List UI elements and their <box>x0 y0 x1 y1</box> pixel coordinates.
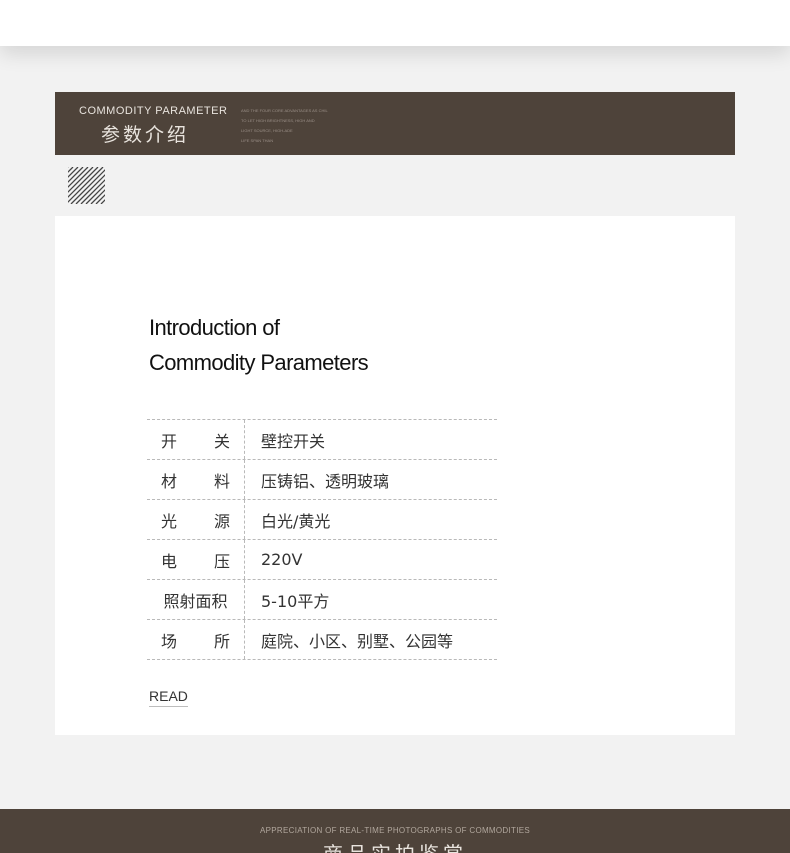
spec-row-venue: 场 所 庭院、小区、别墅、公园等 <box>147 620 497 660</box>
parameter-banner: COMMODITY PARAMETER 参数介绍 AND THE FOUR CO… <box>55 92 735 155</box>
read-link[interactable]: READ <box>149 688 188 707</box>
banner-fine-print: AND THE FOUR CORE ADVANTAGES AS CHIL TO … <box>241 106 328 146</box>
spec-label: 材 料 <box>147 460 245 499</box>
banner-fine-line: LIFE SPAN THAN <box>241 138 274 143</box>
banner-fine-line: AND THE FOUR CORE ADVANTAGES AS CHIL <box>241 108 328 113</box>
banner-title-zh: 参数介绍 <box>101 124 190 146</box>
footer-title-en: APPRECIATION OF REAL-TIME PHOTOGRAPHS OF… <box>260 826 530 835</box>
spec-row-voltage: 电 压 220V <box>147 540 497 580</box>
spec-label: 开 关 <box>147 420 245 459</box>
spec-row-material: 材 料 压铸铝、透明玻璃 <box>147 460 497 500</box>
banner-fine-line: TO LET HIGH BRIGHTNESS, HIGH AND <box>241 118 315 123</box>
spec-label: 电 压 <box>147 540 245 579</box>
spec-value: 5-10平方 <box>261 591 330 611</box>
spec-value: 白光/黄光 <box>261 511 331 531</box>
spec-value: 庭院、小区、别墅、公园等 <box>261 631 454 651</box>
spec-value: 压铸铝、透明玻璃 <box>261 471 390 491</box>
spec-row-coverage-area: 照射面积 5-10平方 <box>147 580 497 620</box>
spec-label: 光 源 <box>147 500 245 539</box>
parameter-card: Introduction of Commodity Parameters 开 关… <box>55 216 735 735</box>
spec-value: 220V <box>261 550 303 569</box>
banner-title-en: COMMODITY PARAMETER <box>79 105 228 117</box>
spec-table: 开 关 壁控开关 材 料 压铸铝、透明玻璃 光 源 白光/黄光 电 压 220V… <box>147 419 497 660</box>
intro-heading-line: Introduction of <box>149 315 280 340</box>
photo-appreciation-banner: APPRECIATION OF REAL-TIME PHOTOGRAPHS OF… <box>0 809 790 853</box>
spec-value: 壁控开关 <box>261 431 326 451</box>
top-white-strip <box>0 0 790 46</box>
diagonal-hatch-icon <box>68 167 105 204</box>
spec-label: 照射面积 <box>147 580 245 619</box>
spec-row-switch: 开 关 壁控开关 <box>147 420 497 460</box>
spec-row-light-source: 光 源 白光/黄光 <box>147 500 497 540</box>
spec-label: 场 所 <box>147 620 245 659</box>
banner-fine-line: LIGHT SOURCE, HIGH-ADE <box>241 128 293 133</box>
intro-heading-line: Commodity Parameters <box>149 350 369 375</box>
intro-heading: Introduction of Commodity Parameters <box>149 310 369 380</box>
footer-title-zh: 商品实拍鉴赏 <box>0 838 790 853</box>
